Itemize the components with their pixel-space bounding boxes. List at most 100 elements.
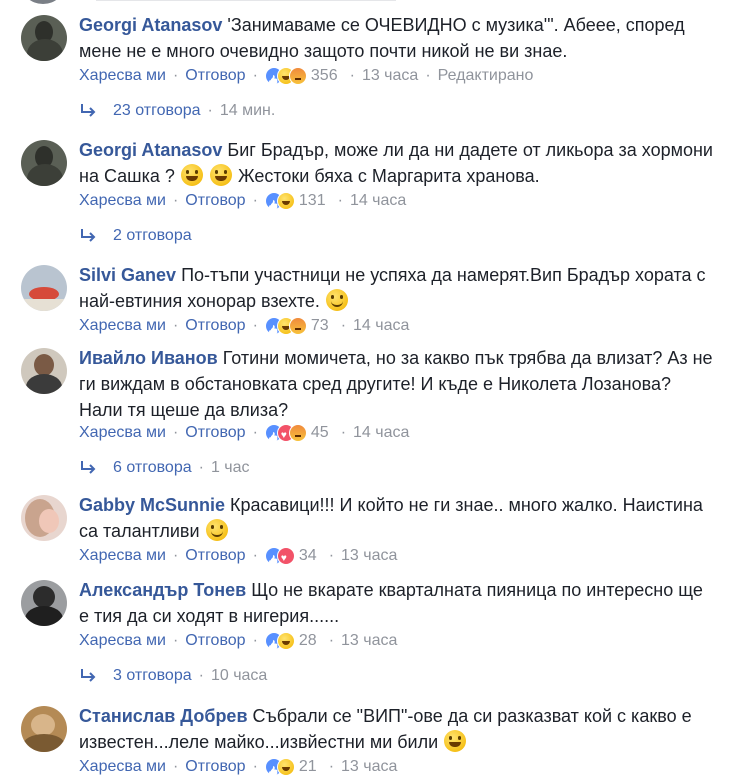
replies-row[interactable]: 2 отговора: [79, 225, 192, 247]
timestamp[interactable]: 14 часа: [353, 422, 409, 444]
smile-emoji-icon: [325, 289, 348, 311]
haha-reaction-icon: [276, 758, 295, 776]
comment-text: Жестоки бяха с Маргарита хранова.: [237, 166, 540, 186]
separator: ·: [337, 192, 343, 209]
like-link[interactable]: Харесва ми: [79, 65, 166, 87]
replies-time: 1 час: [210, 459, 250, 476]
comment-author[interactable]: Александър Тонев: [79, 580, 246, 600]
like-link[interactable]: Харесва ми: [79, 422, 166, 444]
replies-row[interactable]: 6 отговора · 1 час: [79, 457, 250, 479]
comment-author[interactable]: Gabby McSunnie: [79, 495, 225, 515]
comment-actions: Харесва ми · Отговор · 28 · 13 часа: [79, 630, 397, 652]
separator: ·: [207, 102, 213, 119]
reply-arrow-icon: [81, 229, 96, 242]
comment-body: Georgi Atanasov Биг Брадър, може ли да н…: [79, 137, 714, 189]
replies-count-link[interactable]: 2 отговора: [113, 225, 192, 247]
avatar[interactable]: [20, 0, 66, 4]
like-link[interactable]: Харесва ми: [79, 315, 166, 337]
avatar[interactable]: [21, 140, 67, 186]
reply-link[interactable]: Отговор: [185, 190, 245, 212]
timestamp[interactable]: 13 часа: [362, 65, 418, 87]
timestamp[interactable]: 13 часа: [341, 630, 397, 652]
reply-link[interactable]: Отговор: [185, 630, 245, 652]
like-link[interactable]: Харесва ми: [79, 190, 166, 212]
comment-author[interactable]: Станислав Добрев: [79, 706, 248, 726]
comment-author[interactable]: Georgi Atanasov: [79, 140, 222, 160]
reactions-summary[interactable]: 28: [264, 630, 317, 652]
comment-body: Gabby McSunnie Красавици!!! И който не г…: [79, 492, 714, 544]
replies-count-link[interactable]: 6 отговора: [113, 457, 192, 479]
separator: ·: [252, 192, 258, 209]
avatar[interactable]: [21, 15, 67, 61]
reply-link[interactable]: Отговор: [185, 65, 245, 87]
separator: ·: [172, 67, 179, 84]
timestamp[interactable]: 13 часа: [341, 545, 397, 567]
reaction-count: 45: [310, 424, 329, 441]
separator: ·: [198, 459, 204, 476]
grin-emoji-icon: [209, 164, 232, 186]
avatar[interactable]: [21, 580, 67, 626]
separator: ·: [252, 424, 258, 441]
avatar[interactable]: [21, 265, 67, 311]
like-link[interactable]: Харесва ми: [79, 630, 166, 652]
avatar[interactable]: [21, 495, 67, 541]
comment-author[interactable]: Ивайло Иванов: [79, 348, 218, 368]
reaction-count: 131: [298, 192, 326, 209]
angry-reaction-icon: [288, 67, 307, 85]
separator: ·: [328, 632, 335, 649]
reply-arrow-icon: [81, 104, 96, 117]
haha-reaction-icon: [276, 632, 295, 650]
reaction-count: 356: [310, 67, 338, 84]
reactions-summary[interactable]: 131: [264, 190, 326, 212]
timestamp[interactable]: 14 часа: [353, 315, 409, 337]
reply-link[interactable]: Отговор: [185, 422, 245, 444]
separator: ·: [172, 632, 179, 649]
replies-count-link[interactable]: 23 отговора: [113, 100, 201, 122]
comment-body: Станислав Добрев Събрали се "ВИП"-ове да…: [79, 703, 714, 755]
reply-arrow-icon: [81, 461, 96, 474]
replies-row[interactable]: 3 отговора · 10 часа: [79, 665, 267, 687]
reaction-count: 28: [298, 632, 317, 649]
timestamp[interactable]: 14 часа: [350, 190, 406, 212]
comment-actions: Харесва ми · Отговор · 45 · 14 часа: [79, 422, 409, 447]
separator: ·: [252, 632, 258, 649]
separator: ·: [172, 317, 179, 334]
comment-body: Ивайло Иванов Готини момичета, но за как…: [79, 345, 714, 423]
haha-reaction-icon: [276, 192, 295, 210]
comment-body: Georgi Atanasov 'Занимаваме се ОЧЕВИДНО …: [79, 12, 714, 64]
edited-label[interactable]: Редактирано: [438, 65, 534, 87]
separator: ·: [172, 424, 179, 441]
love-reaction-icon: [276, 547, 295, 570]
reply-link[interactable]: Отговор: [185, 545, 245, 567]
reactions-summary[interactable]: 356: [264, 65, 338, 87]
comment-body: Александър Тонев Що не вкарате квартална…: [79, 577, 714, 629]
avatar[interactable]: [21, 348, 67, 394]
comment-actions: Харесва ми · Отговор · 73 · 14 часа: [79, 315, 409, 337]
reply-arrow-icon: [81, 669, 96, 682]
like-link[interactable]: Харесва ми: [79, 545, 166, 567]
comment-actions: Харесва ми · Отговор · 356 · 13 часа · Р…: [79, 65, 533, 87]
angry-reaction-icon: [288, 424, 307, 442]
separator: ·: [172, 547, 179, 564]
reactions-summary[interactable]: 73: [264, 315, 329, 337]
separator: ·: [252, 317, 258, 334]
separator: ·: [252, 67, 258, 84]
angry-reaction-icon: [288, 317, 307, 335]
avatar[interactable]: [21, 706, 67, 752]
comment-actions: Харесва ми · Отговор · 34 · 13 часа: [79, 545, 397, 570]
comment-author[interactable]: Silvi Ganev: [79, 265, 176, 285]
separator: ·: [340, 317, 347, 334]
comment-author[interactable]: Georgi Atanasov: [79, 15, 222, 35]
divider: [96, 0, 396, 1]
reactions-summary[interactable]: 34: [264, 545, 317, 570]
grin-emoji-icon: [444, 730, 467, 752]
grin-emoji-icon: [180, 164, 203, 186]
separator: ·: [425, 67, 431, 84]
separator: ·: [252, 547, 258, 564]
previous-comment-edge: [0, 0, 730, 4]
replies-count-link[interactable]: 3 отговора: [113, 665, 192, 687]
reactions-summary[interactable]: 45: [264, 422, 329, 447]
replies-time: 10 часа: [210, 667, 268, 684]
reply-link[interactable]: Отговор: [185, 315, 245, 337]
replies-row[interactable]: 23 отговора · 14 мин.: [79, 100, 275, 122]
